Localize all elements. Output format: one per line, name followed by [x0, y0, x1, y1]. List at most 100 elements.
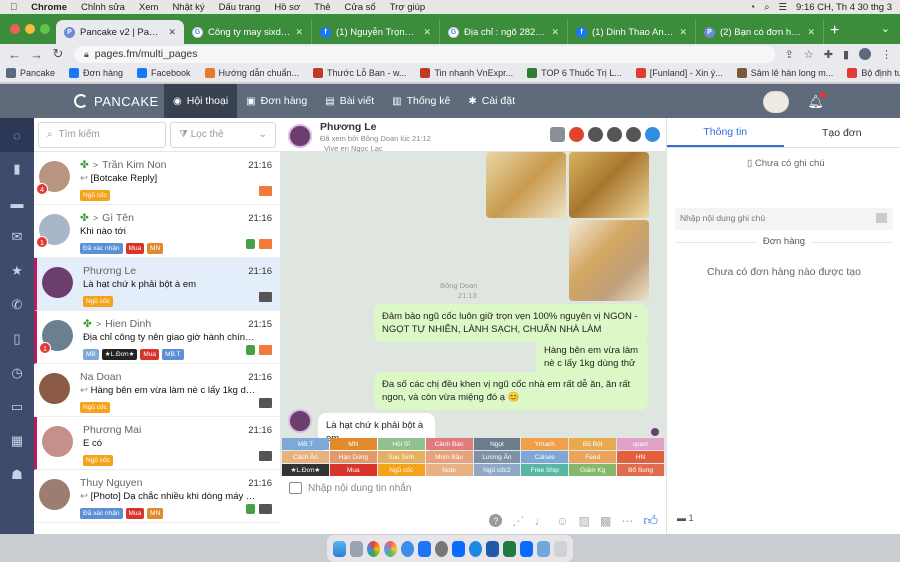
- mail-icon[interactable]: [259, 239, 272, 249]
- quick-tag[interactable]: Cách Ăn: [282, 451, 329, 463]
- conversation-item[interactable]: 1 ✤ > Hien Dinh 21:15 Địa chỉ công ty nên gia…: [34, 311, 280, 364]
- bookmark-item[interactable]: Thước Lỗ Ban - w...: [312, 68, 406, 78]
- mail-icon[interactable]: [259, 398, 272, 408]
- browser-tab[interactable]: f (1) Dinh Thao Anh | Face ✕: [568, 20, 696, 44]
- menu-tab[interactable]: Thẻ: [314, 2, 330, 13]
- conversation-item[interactable]: Na Doan 21:16 ↩ Hàng bên em vừa làm nè c l…: [34, 364, 280, 417]
- finder-icon[interactable]: [333, 540, 346, 557]
- microphone-icon[interactable]: ♩: [534, 514, 546, 528]
- phone-icon[interactable]: [246, 345, 255, 355]
- search-input[interactable]: ⌕ Tìm kiếm: [38, 121, 166, 148]
- message-input[interactable]: Nhập nội dung tin nhắn: [308, 483, 411, 494]
- help-icon[interactable]: ?: [489, 514, 503, 527]
- product-photo[interactable]: [486, 152, 566, 218]
- users-icon[interactable]: ☗: [0, 458, 34, 492]
- conversation-item[interactable]: 1 ✤ > Gì Tên 21:16 Khi nào tới Đã xác nhận Mua M…: [34, 205, 280, 258]
- close-tab-icon[interactable]: ✕: [168, 27, 176, 38]
- wifi-icon[interactable]: ◔: [749, 2, 755, 13]
- note-input[interactable]: Nhập nội dung ghi chú: [675, 208, 893, 230]
- nav-orders[interactable]: ▣ Đơn hàng: [237, 84, 316, 118]
- all-conversations-icon[interactable]: ◌: [0, 118, 34, 152]
- comment-count[interactable]: ▬ 1: [677, 513, 694, 523]
- chrome-icon[interactable]: [367, 540, 380, 557]
- more-menu-icon[interactable]: ⋮: [881, 48, 892, 61]
- sticker-icon[interactable]: ▨: [579, 514, 590, 528]
- bookmark-item[interactable]: Bộ định tuyến WiF...: [847, 68, 900, 78]
- nav-conversations[interactable]: ◉ Hội thoại: [164, 84, 238, 118]
- product-photo[interactable]: [569, 220, 649, 301]
- quick-tag[interactable]: MB.T: [282, 438, 329, 450]
- quick-tag[interactable]: Sau Sinh: [377, 451, 425, 463]
- control-center-icon[interactable]: ☰: [779, 2, 788, 13]
- gallery-icon[interactable]: ▦: [0, 424, 34, 458]
- app-store-icon[interactable]: [418, 540, 431, 557]
- url-field[interactable]: 🔒︎ pages.fm/multi_pages: [74, 45, 775, 63]
- quick-tag[interactable]: Hỏi Sĩ: [377, 438, 425, 450]
- mobile-icon[interactable]: ▯: [0, 322, 34, 356]
- close-tab-icon[interactable]: ✕: [679, 27, 687, 38]
- customer-card-icon[interactable]: [550, 127, 565, 142]
- quick-tag[interactable]: ★L.Đơn★: [282, 464, 329, 476]
- bookmark-icon[interactable]: ▮: [0, 152, 34, 186]
- minimize-window-icon[interactable]: [25, 24, 35, 34]
- quick-tag[interactable]: Ngũ cốc2: [473, 464, 521, 476]
- quick-tag[interactable]: spam: [617, 438, 664, 450]
- menu-window[interactable]: Cửa sổ: [345, 2, 376, 13]
- tag-filter-dropdown[interactable]: ⧩ Lọc thẻ ⌄: [170, 121, 276, 148]
- zoom-window-icon[interactable]: [40, 24, 50, 34]
- quick-tag[interactable]: Feed: [569, 451, 617, 463]
- browser-tab[interactable]: P Pancake v2 | Pages.fm | ✕: [56, 20, 184, 44]
- folder-icon[interactable]: ▭: [0, 390, 34, 424]
- mail-icon[interactable]: [259, 504, 272, 514]
- quick-tag[interactable]: Free Ship: [521, 464, 569, 476]
- comment-icon[interactable]: ▬: [0, 186, 34, 220]
- bookmark-item[interactable]: [Funland] - Xin ý...: [635, 68, 723, 78]
- conversation-item[interactable]: 4 ✤ > Trần Kim Non 21:16 ↩ [Botcake Reply] Ngũ…: [34, 152, 280, 205]
- clock[interactable]: 9:16 CH, Th 4 30 thg 3: [796, 2, 892, 13]
- chat-customer-name[interactable]: Phương Le: [320, 121, 376, 133]
- back-icon[interactable]: ←: [8, 47, 21, 62]
- quick-tag[interactable]: Bỏ Bột: [569, 438, 617, 450]
- tab-search-icon[interactable]: ⌄: [881, 22, 890, 35]
- phone-icon[interactable]: [246, 239, 255, 249]
- bookmark-item[interactable]: Tin nhanh VnExpr...: [420, 68, 513, 78]
- more-icon[interactable]: ⋯: [621, 514, 633, 528]
- phone-filter-icon[interactable]: ✆: [0, 288, 34, 322]
- quick-tag[interactable]: MN: [329, 438, 377, 450]
- quick-tag[interactable]: Ymach: [521, 438, 569, 450]
- nav-stats[interactable]: ▥ Thống kê: [383, 84, 459, 118]
- bookmark-item[interactable]: Đơn hàng: [69, 68, 123, 78]
- settings-icon[interactable]: [435, 540, 448, 557]
- mail-icon[interactable]: [259, 451, 272, 461]
- reddit-icon[interactable]: [569, 127, 584, 142]
- extension-icon[interactable]: ✚: [824, 48, 833, 61]
- menu-edit[interactable]: Chỉnh sửa: [81, 2, 125, 13]
- nav-settings[interactable]: ✱ Cài đặt: [459, 84, 524, 118]
- zalo-icon[interactable]: [520, 540, 533, 557]
- quick-tag[interactable]: HN: [617, 451, 664, 463]
- tab-info[interactable]: Thông tin: [667, 118, 784, 147]
- menu-view[interactable]: Xem: [139, 2, 159, 13]
- quick-tag[interactable]: Calsee: [521, 451, 569, 463]
- product-photo[interactable]: [569, 152, 649, 218]
- like-icon[interactable]: 👍︎: [643, 512, 658, 529]
- quick-tag[interactable]: Cảnh Báo: [425, 438, 473, 450]
- quick-tag[interactable]: Note: [425, 464, 473, 476]
- mail-icon[interactable]: [259, 345, 272, 355]
- clock-filter-icon[interactable]: ◷: [0, 356, 34, 390]
- excel-icon[interactable]: [503, 540, 516, 557]
- safari-icon[interactable]: [401, 540, 414, 557]
- quick-tag[interactable]: Hạn Dùng: [329, 451, 377, 463]
- launchpad-icon[interactable]: [350, 540, 363, 557]
- quick-tag[interactable]: Bổ Sung: [617, 464, 664, 476]
- share-icon[interactable]: ⇪: [785, 48, 794, 61]
- print-icon[interactable]: [607, 127, 622, 142]
- conversation-item[interactable]: Phương Mai 21:16 E có Ngũ cốc: [34, 417, 280, 470]
- menu-profile[interactable]: Hồ sơ: [274, 2, 300, 13]
- profile-icon[interactable]: [859, 48, 871, 60]
- close-tab-icon[interactable]: ✕: [551, 27, 559, 38]
- menu-help[interactable]: Trợ giúp: [390, 2, 425, 13]
- gif-icon[interactable]: ▩: [600, 514, 611, 528]
- browser-tab[interactable]: G Công ty may sixdo hoàn ✕: [184, 20, 312, 44]
- apple-icon[interactable]: : [10, 2, 17, 13]
